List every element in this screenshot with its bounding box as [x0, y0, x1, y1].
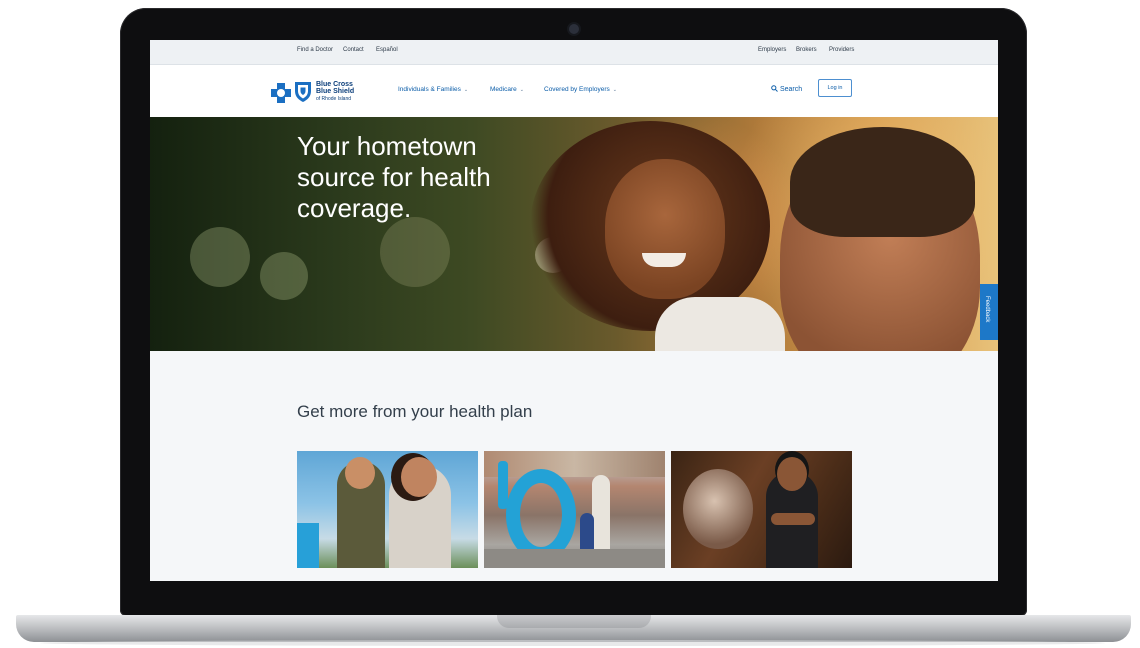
nav-individuals-families[interactable]: Individuals & Families ⌄ [398, 86, 468, 93]
util-link-employers[interactable]: Employers [758, 47, 786, 53]
promo-card-business-owner[interactable] [671, 451, 852, 568]
promo-card-zero-dollar[interactable] [484, 451, 665, 568]
util-link-providers[interactable]: Providers [829, 47, 854, 53]
feedback-tab[interactable]: Feedback [980, 284, 998, 340]
browser-screen: Find a Doctor Contact Español Employers … [150, 40, 998, 581]
logo-line-3: of Rhode Island [316, 96, 352, 102]
blue-shield-icon [295, 82, 311, 102]
logo-wordmark: Blue Cross Blue Shield [316, 81, 376, 95]
utility-nav: Find a Doctor Contact Español Employers … [150, 40, 998, 65]
logo-line-1: Blue Cross [316, 81, 353, 88]
hero-photo-child-face [605, 159, 725, 299]
bokeh-light [380, 217, 450, 287]
webcam [569, 24, 579, 34]
photo-buildings [484, 451, 665, 477]
photo-pavement [484, 549, 665, 568]
photo-crossed-arms [771, 513, 815, 525]
hero-banner: Your hometown source for health coverage… [150, 117, 998, 351]
bokeh-light [260, 252, 308, 300]
magnifier-icon [771, 85, 778, 92]
laptop-base-notch [497, 615, 651, 628]
nav-covered-by-employers[interactable]: Covered by Employers ⌄ [544, 86, 617, 93]
hero-photo-father-hair [790, 127, 975, 237]
hero-photo-child-dress [655, 297, 785, 351]
photo-man-face [777, 457, 807, 491]
util-link-contact[interactable]: Contact [343, 47, 364, 53]
photo-blue-sign [297, 523, 319, 568]
nav-label: Medicare [490, 86, 517, 93]
feedback-label: Feedback [984, 296, 990, 323]
chevron-down-icon: ⌄ [612, 87, 617, 93]
logo-line-2: Blue Shield [316, 88, 355, 95]
bokeh-light [190, 227, 250, 287]
util-link-espanol[interactable]: Español [376, 47, 398, 53]
login-button[interactable]: Log in [818, 79, 852, 97]
photo-mother-face [401, 457, 437, 497]
promo-card-family[interactable] [297, 451, 478, 568]
nav-label: Individuals & Families [398, 86, 461, 93]
chevron-down-icon: ⌄ [463, 87, 469, 93]
search-button[interactable]: Search [771, 85, 802, 93]
photo-zero-sculpture [506, 469, 576, 561]
section-title: Get more from your health plan [297, 402, 533, 421]
photo-child-face [345, 457, 375, 489]
photo-coffee-roaster [683, 469, 753, 549]
laptop-shadow [40, 640, 1105, 646]
util-link-find-doctor[interactable]: Find a Doctor [297, 47, 333, 53]
util-link-brokers[interactable]: Brokers [796, 47, 817, 53]
nav-label: Covered by Employers [544, 86, 610, 93]
chevron-down-icon: ⌄ [519, 87, 524, 93]
hero-headline: Your hometown source for health coverage… [297, 131, 491, 223]
nav-medicare[interactable]: Medicare ⌄ [490, 86, 524, 93]
blue-cross-icon [271, 83, 291, 103]
search-label: Search [779, 86, 803, 93]
main-nav: Blue Cross Blue Shield of Rhode Island I… [150, 65, 998, 117]
photo-dollar-sign [498, 461, 508, 509]
